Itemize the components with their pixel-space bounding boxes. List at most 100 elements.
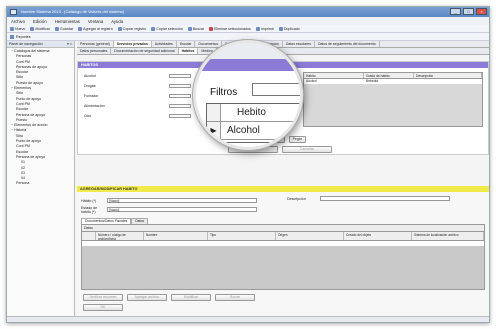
delete-icon [209, 26, 214, 31]
minimize-button[interactable]: _ [450, 8, 461, 15]
description-input[interactable] [319, 196, 450, 201]
tab-seguimiento[interactable]: Datos de seguimiento del documento [315, 41, 380, 47]
navigation-panel-header: Panel de navegación ▾ × [7, 41, 74, 48]
magnified-cell: Hebito [237, 107, 266, 118]
habit-field-input[interactable] [169, 104, 191, 108]
habit-field-row: Alimentación [84, 101, 191, 111]
duplicate-icon [278, 26, 283, 31]
column-header[interactable]: Descripción [414, 73, 482, 78]
tree-item[interactable]: Persona [9, 181, 72, 186]
habit-field-label: Alcohol [84, 74, 96, 78]
magnified-tabs [196, 43, 300, 59]
print-icon [255, 26, 260, 31]
menu-ventana[interactable]: Ventana [88, 19, 103, 24]
tab-actividades[interactable]: Actividades [152, 41, 177, 47]
filter-label: Filtros [210, 87, 238, 98]
toolbar-edit-button[interactable]: Modificar [30, 26, 50, 31]
magnified-grid: Hebito ▶ Alcohol [206, 103, 300, 143]
magnified-row[interactable]: ▶ Alcohol [207, 122, 300, 140]
habit-select-row: Hábito (*) [Vacío] [81, 196, 257, 205]
toolbar-label: Copiar selección [156, 26, 183, 31]
toolbar-search-button[interactable]: Buscar [187, 26, 204, 31]
magnified-cell: Alcohol [227, 125, 260, 136]
toolbar-print-button[interactable]: Imprimir [255, 26, 274, 31]
row-header [82, 232, 96, 240]
save-icon [54, 26, 59, 31]
toolbar-copy-selection-button[interactable]: Copiar selección [151, 26, 183, 31]
menu-archivo[interactable]: Archivo [11, 19, 25, 24]
filter-input[interactable] [252, 83, 300, 96]
app-icon [10, 9, 17, 15]
toolbar-label: Guardar [59, 26, 74, 31]
column-header[interactable]: Grado de hábito [364, 73, 414, 78]
edit-icon [30, 26, 35, 31]
copy-icon [151, 26, 156, 31]
habit-state-select[interactable]: [Vacío] [107, 207, 257, 212]
habit-field-label: Alimentación [84, 104, 105, 108]
toolbar-add-button[interactable]: Agregar al registro [78, 26, 113, 31]
column-header[interactable]: Sistema de localización archivo [412, 232, 484, 240]
magnified-row[interactable]: Hebito [207, 104, 300, 122]
new-icon [10, 26, 14, 31]
zoom-magnifier: Filtros Hebito ▶ Alcohol [193, 40, 303, 150]
modify-button[interactable]: Modificar [171, 294, 211, 301]
menu-herramientas[interactable]: Herramientas [55, 19, 80, 24]
toolbar-new-button[interactable]: Nuevo [10, 26, 26, 31]
toolbar: Nuevo Modificar Guardar Agregar al regis… [7, 25, 489, 33]
tab-personas[interactable]: Personas (general) [77, 41, 114, 47]
habit-field-input[interactable] [169, 74, 191, 78]
toolbar-label: Imprimir [260, 26, 274, 31]
habit-field-input[interactable] [169, 94, 191, 98]
add-habit-header: AGREGAR/MODIFICAR HABITO [77, 186, 489, 192]
search-icon [187, 26, 192, 31]
maximize-button[interactable]: □ [463, 8, 474, 15]
habit-field-row: Alcohol [84, 71, 191, 81]
magnified-section-header [196, 59, 300, 71]
habits-grid: Hábito Grado de hábito Descripción Alcoh… [303, 72, 483, 127]
toolbar-duplicate-button[interactable]: Duplicado [278, 26, 300, 31]
row-selected-marker-icon: ▶ [207, 122, 221, 139]
subtab-datos-personales[interactable]: Datos personales [77, 48, 112, 54]
document-ok-button[interactable]: OK [83, 304, 123, 311]
toolbar-save-button[interactable]: Guardar [54, 26, 74, 31]
habit-select-label: Hábito (*) [81, 198, 97, 203]
navigation-panel-pin[interactable]: ▾ × [67, 42, 72, 46]
subtab-documentacion[interactable]: Documentación de seguridad adicional [111, 48, 179, 54]
column-header[interactable]: Tipo [208, 232, 276, 240]
navigation-panel-title: Panel de navegación [9, 42, 43, 46]
table-cell: Alcohol [306, 79, 317, 83]
title-bar: Nombre Sistema 2013 - [Catálogo de Valor… [7, 7, 489, 17]
menu-ayuda[interactable]: Ayuda [111, 19, 123, 24]
document-buttons: Verificar resumen Agregar archivo Modifi… [83, 294, 255, 301]
close-button[interactable]: × [476, 8, 487, 15]
tab-escolar[interactable]: Escolar [177, 41, 196, 47]
habit-field-row: Fumador [84, 91, 191, 101]
add-icon [78, 26, 83, 31]
column-header[interactable]: Creado del objeto [344, 232, 412, 240]
report-icon [10, 34, 14, 39]
table-row[interactable]: Alcohol Bebedor [304, 79, 482, 84]
column-header[interactable]: Hábito [304, 73, 364, 78]
toolbar-copy-record-button[interactable]: Copiar registro [117, 26, 147, 31]
menu-edicion[interactable]: Edición [33, 19, 47, 24]
toolbar-label: Nuevo [15, 26, 26, 31]
habit-field-input[interactable] [169, 114, 191, 118]
toolbar-delete-button[interactable]: Eliminar seleccionados [209, 26, 251, 31]
navigation-panel: Panel de navegación ▾ × − Catálogos del … [7, 41, 75, 322]
habit-field-label: Otro [84, 114, 91, 118]
table-cell [414, 79, 482, 84]
tab-servicios-privados[interactable]: Servicios privados [113, 41, 152, 47]
add-file-button[interactable]: Agregar archivo [127, 294, 167, 301]
verify-summary-button[interactable]: Verificar resumen [83, 294, 123, 301]
column-header[interactable]: Origen [276, 232, 344, 240]
habit-field-input[interactable] [169, 84, 191, 88]
cancel-button[interactable]: Cancelar [282, 146, 332, 153]
column-header[interactable]: Número / código de archivo/ficha [96, 232, 144, 241]
habit-select[interactable]: [Vacío] [107, 198, 257, 203]
table-row[interactable] [82, 241, 484, 246]
column-header[interactable]: Nombre [144, 232, 208, 240]
delete-button[interactable]: Borrar [215, 294, 255, 301]
window-title: Nombre Sistema 2013 - [Catálogo de Valor… [21, 9, 124, 14]
reports-menu[interactable]: Reportes [16, 35, 31, 39]
toolbar-label: Copiar registro [122, 26, 147, 31]
